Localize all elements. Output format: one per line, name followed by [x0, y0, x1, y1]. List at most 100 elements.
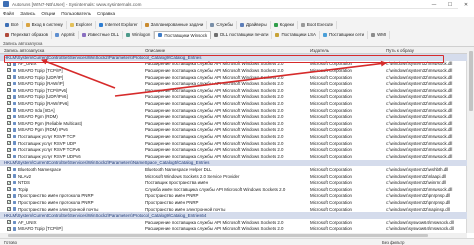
tab-label: Драйверы	[246, 22, 267, 27]
table-row[interactable]: ✓ MSAFD Tcpip [UDP/IPv6] Расширение постав…	[0, 94, 467, 101]
column-description[interactable]: Описание	[145, 48, 165, 53]
enable-checkbox[interactable]: ✓	[7, 180, 11, 185]
enable-checkbox[interactable]: ✓	[7, 108, 11, 113]
tab-row2-2[interactable]: Известные DLL	[79, 30, 124, 39]
entry-image-path: c:\windows\system32\mswsock.dll	[386, 186, 453, 192]
table-row[interactable]: ✓ MSAFD Tcpip [TCP/IPv6] Расширение постав…	[0, 87, 467, 94]
table-row[interactable]: ✓ MSAFD Tcpip [TCP/IP] Расширение поставщи…	[0, 67, 467, 74]
minimize-button[interactable]: —	[426, 0, 442, 9]
registry-key-row[interactable]: HKLM\System\CurrentControlSet\Services\W…	[0, 212, 467, 219]
tab-row1-4[interactable]: Запланированные задачи	[142, 20, 208, 29]
enable-checkbox[interactable]: ✓	[7, 154, 11, 159]
enable-checkbox[interactable]: ✓	[7, 174, 11, 179]
menu-help[interactable]: Справка	[97, 11, 115, 16]
enable-checkbox[interactable]: ✓	[7, 88, 11, 93]
entry-publisher: Microsoft Corporation	[310, 127, 352, 133]
column-autorun-entry[interactable]: Запись автозапуска	[4, 48, 44, 53]
enable-checkbox[interactable]: ✓	[7, 81, 11, 86]
tab-row1-6[interactable]: Драйверы	[237, 20, 271, 29]
tab-row2-0[interactable]: Перехват образов	[2, 30, 52, 39]
enable-checkbox[interactable]: ✓	[7, 121, 11, 126]
tab-row1-1[interactable]: Вход в систему	[23, 20, 67, 29]
enable-checkbox[interactable]: ✓	[7, 226, 11, 231]
enable-checkbox[interactable]: ✓	[7, 68, 11, 73]
tab-row1-3[interactable]: Internet Explorer	[96, 20, 142, 29]
table-row[interactable]: ✓ Поставщик услуг RSVP TCP Расширение пост…	[0, 133, 467, 140]
table-row[interactable]: ✓ AF_UNIX Расширение поставщика службы API…	[0, 219, 467, 226]
enable-checkbox[interactable]: ✓	[7, 141, 11, 146]
tab-row1-8[interactable]: Boot Execute	[298, 20, 338, 29]
tab-row1-2[interactable]: Explorer	[67, 20, 97, 29]
enable-checkbox[interactable]: ✓	[7, 187, 11, 192]
enable-checkbox[interactable]: ✓	[7, 207, 11, 212]
tab-row2-6[interactable]: Поставщики LSA	[272, 30, 320, 39]
enable-checkbox[interactable]: ✓	[7, 114, 11, 119]
enable-checkbox[interactable]: ✓	[7, 220, 11, 225]
table-row[interactable]: ✓ Tcpip Служба имён поставщика службы API …	[0, 186, 467, 193]
table-row[interactable]: ✓ Пространство имён протокола PNRP Простра…	[0, 199, 467, 206]
close-button[interactable]: ✕	[458, 0, 474, 9]
table-row[interactable]: ✓ MSAFD Tcpip [RAW/IP] Расширение поставщи…	[0, 80, 467, 87]
tab-row2-4[interactable]: Поставщики Winsock	[154, 30, 212, 39]
enable-checkbox[interactable]: ✓	[7, 75, 11, 80]
vertical-scrollbar[interactable]	[467, 47, 474, 233]
maximize-button[interactable]: ☐	[442, 0, 458, 9]
entry-description: Расширение поставщика службы API Microso…	[145, 81, 284, 87]
menu-entry[interactable]: Запись	[20, 11, 35, 16]
table-row[interactable]: ✓ NLAv2 Microsoft Windows Sockets 2.0 Serv…	[0, 173, 467, 180]
column-publisher[interactable]: Издатель	[310, 48, 329, 53]
table-row[interactable]: ✓ Пространство имён электронной почты Прос…	[0, 206, 467, 213]
table-row[interactable]: ✓ MSAFD Pgm (RDM) IPv6 Расширение поставщи…	[0, 127, 467, 134]
entry-description: Bluetooth Namespace Helper DLL	[145, 166, 212, 172]
table-row[interactable]: ✓ Поставщик услуг RSVP UDPv6 Расширение по…	[0, 153, 467, 160]
menu-user[interactable]: Пользователь	[61, 11, 91, 16]
table-row[interactable]: ✓ MSAFD Tcpip [UDP/IP] Расширение поставщи…	[0, 74, 467, 81]
menu-file[interactable]: Файл	[3, 11, 14, 16]
enable-checkbox[interactable]: ✓	[7, 127, 11, 132]
entry-publisher: Microsoft Corporation	[310, 94, 352, 100]
tab-row2-1[interactable]: AppInit	[52, 30, 79, 39]
registry-key-row[interactable]: HKLM\System\CurrentControlSet\Services\W…	[0, 159, 467, 167]
entry-publisher: Microsoft Corporation	[310, 81, 352, 87]
tab-icon	[214, 32, 219, 37]
tab-row2-8[interactable]: WMI	[368, 30, 391, 39]
table-row[interactable]: ✓ MSAFD Tcpip [RAW/IPv6] Расширение постав…	[0, 100, 467, 107]
tab-label: WMI	[377, 32, 387, 37]
entry-icon	[13, 174, 17, 178]
table-row[interactable]: ✓ NTDS Поставщик пространства имён Microsof…	[0, 179, 467, 186]
tab-row1-5[interactable]: Службы	[207, 20, 237, 29]
tab-row1-7[interactable]: Кодеки	[271, 20, 298, 29]
table-row[interactable]: ✓ Пространство имён протокола PNRP Простра…	[0, 193, 467, 200]
table-row[interactable]: ✓ MSAFD Tcpip [TCP/IP] Расширение поставщи…	[0, 226, 467, 233]
enable-checkbox[interactable]: ✓	[7, 193, 11, 198]
enable-checkbox[interactable]: ✓	[7, 94, 11, 99]
tab-row1-0[interactable]: Всё	[2, 20, 23, 29]
enable-checkbox[interactable]: ✓	[7, 200, 11, 205]
menu-options[interactable]: Опции	[41, 11, 55, 16]
table-row[interactable]: ✓ Поставщик услуг RSVP TCPv6 Расширение по…	[0, 146, 467, 153]
entry-icon	[13, 68, 17, 73]
table-row[interactable]: ✓ Поставщик услуг RSVP UDP Расширение пост…	[0, 140, 467, 147]
enable-checkbox[interactable]: ✓	[7, 101, 11, 106]
entry-publisher: Microsoft Corporation	[310, 133, 352, 139]
entry-icon	[13, 187, 17, 191]
horizontal-scroll-thumb[interactable]	[8, 234, 428, 237]
enable-checkbox[interactable]: ✓	[7, 134, 11, 139]
registry-key-path: HKLM\System\CurrentControlSet\Services\W…	[4, 213, 207, 219]
vertical-scroll-thumb[interactable]	[468, 51, 473, 111]
table-row[interactable]: ✓ MSAFD Irda [IrDA] Расширение поставщика …	[0, 107, 467, 114]
entry-icon	[13, 108, 17, 112]
entry-description: Расширение поставщика службы API Microso…	[145, 127, 284, 133]
table-row[interactable]: ✓ Bluetooth Namespace Bluetooth Namespace …	[0, 166, 467, 173]
enable-checkbox[interactable]: ✓	[7, 167, 11, 172]
enable-checkbox[interactable]: ✓	[7, 147, 11, 152]
tab-row2-7[interactable]: Поставщики сети	[320, 30, 369, 39]
entry-image-path: c:\windows\system32\mswsock.dll	[386, 74, 453, 80]
tab-row2-5[interactable]: DLL поставщики печати	[211, 30, 273, 39]
tab-row2-3[interactable]: Winlogon	[123, 30, 155, 39]
entry-name: Пространство имён протокола PNRP	[18, 199, 94, 205]
column-image-path[interactable]: Путь к образу	[386, 48, 414, 53]
entry-image-path: c:\windows\system32\mswsock.dll	[386, 120, 453, 126]
table-row[interactable]: ✓ MSAFD Pgm (RDM) Расширение поставщика сл…	[0, 113, 467, 120]
table-row[interactable]: ✓ MSAFD Pgm (Reliable Multicast) Расширени…	[0, 120, 467, 127]
